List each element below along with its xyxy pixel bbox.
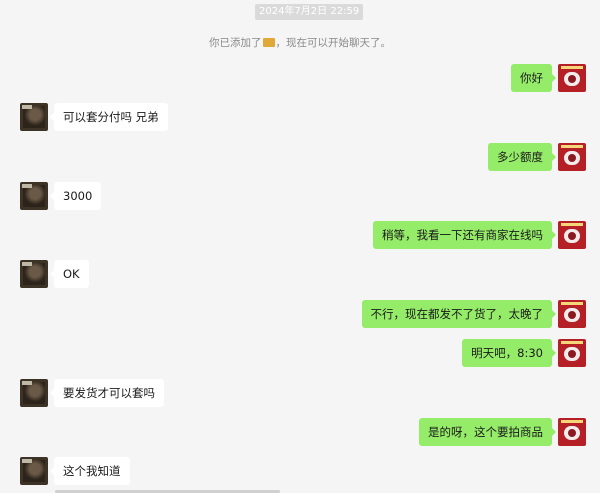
message-bubble-outgoing[interactable]: 明天吧，8:30 xyxy=(462,339,556,367)
contact-avatar[interactable] xyxy=(20,260,48,288)
message-bubble-outgoing[interactable]: 稍等，我看一下还有商家在线吗 xyxy=(373,221,556,249)
my-avatar[interactable] xyxy=(558,418,586,446)
contact-avatar[interactable] xyxy=(20,457,48,485)
my-avatar[interactable] xyxy=(558,339,586,367)
message-bubble-incoming[interactable]: 这个我知道 xyxy=(50,457,130,485)
message-bubble-incoming[interactable]: 3000 xyxy=(49,182,102,210)
my-avatar[interactable] xyxy=(558,64,586,92)
message-bubble-outgoing[interactable]: 不行，现在都发不了货了，太晚了 xyxy=(361,300,556,328)
message-bubble-incoming[interactable]: 要发货才可以套吗 xyxy=(50,379,164,407)
message-bubble-outgoing[interactable]: 你好 xyxy=(511,64,556,92)
message-bubble-outgoing[interactable]: 多少额度 xyxy=(488,143,556,171)
chat-window: 2024年7月2日 22:59 你已添加了 ，现在可以开始聊天了。 你好 可以套分… xyxy=(0,0,600,493)
system-notice-after: ，现在可以开始聊天了。 xyxy=(275,37,392,49)
system-notice-before: 你已添加了 xyxy=(209,37,262,49)
my-avatar[interactable] xyxy=(558,300,586,328)
message-bubble-outgoing[interactable]: 是的呀，这个要拍商品 xyxy=(419,418,556,446)
message-bubble-incoming[interactable]: 可以套分付吗 兄弟 xyxy=(50,103,168,131)
contact-avatar[interactable] xyxy=(20,182,48,210)
timestamp: 2024年7月2日 22:59 xyxy=(255,4,364,20)
crown-emoji-icon xyxy=(262,38,275,47)
contact-avatar[interactable] xyxy=(20,379,48,407)
my-avatar[interactable] xyxy=(558,143,586,171)
message-bubble-incoming[interactable]: OK xyxy=(50,260,89,288)
contact-avatar[interactable] xyxy=(20,103,48,131)
my-avatar[interactable] xyxy=(558,221,586,249)
system-notice: 你已添加了 ，现在可以开始聊天了。 xyxy=(0,36,600,50)
